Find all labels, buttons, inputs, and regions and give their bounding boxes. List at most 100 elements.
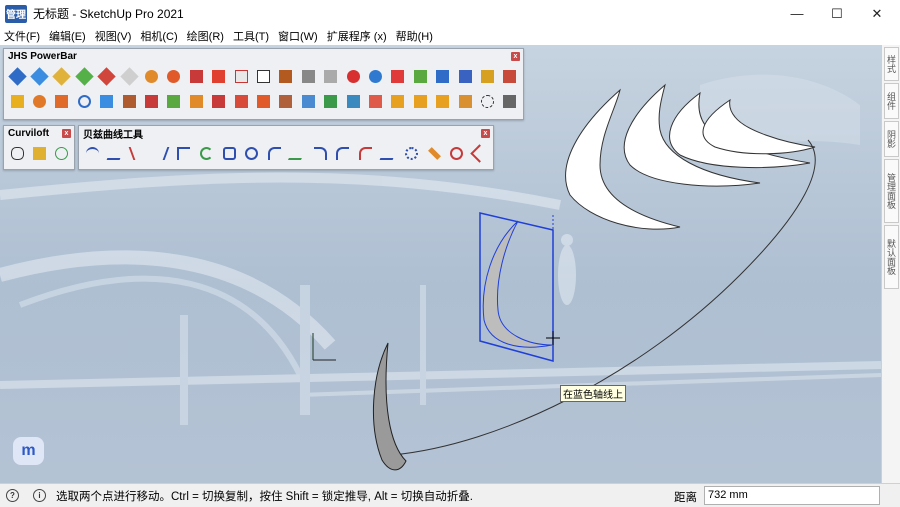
jhs-tool-button[interactable]	[96, 65, 118, 88]
bezier-tool-button[interactable]	[400, 142, 423, 165]
jhs-tool-button[interactable]	[297, 90, 319, 113]
menu-draw[interactable]: 绘图(R)	[187, 28, 224, 44]
tab-components[interactable]: 组件	[884, 83, 899, 119]
jhs-tool-button[interactable]	[163, 90, 185, 113]
curviloft-path-icon[interactable]	[50, 142, 72, 165]
location-icon[interactable]: ?	[6, 489, 19, 502]
curviloft-toolbar-close-icon[interactable]: x	[62, 129, 71, 138]
bezier-tool-button[interactable]	[81, 142, 104, 165]
inference-tooltip: 在蓝色轴线上	[560, 385, 626, 402]
jhs-tool-button[interactable]	[140, 90, 162, 113]
jhs-tool-button[interactable]	[140, 65, 162, 88]
jhs-tool-button[interactable]	[73, 90, 95, 113]
curviloft-toolbar-title: Curviloft	[8, 128, 50, 139]
bezier-tool-button[interactable]	[218, 142, 241, 165]
floating-m-badge[interactable]: m	[13, 437, 44, 465]
bezier-tool-button[interactable]	[446, 142, 469, 165]
jhs-tool-button[interactable]	[118, 65, 140, 88]
measurements-input[interactable]: 732 mm	[704, 486, 880, 505]
bezier-tool-button[interactable]	[377, 142, 400, 165]
bezier-tool-button[interactable]	[127, 142, 150, 165]
bezier-toolbar-close-icon[interactable]: x	[481, 129, 490, 138]
info-icon[interactable]: i	[33, 489, 46, 502]
bezier-tool-button[interactable]	[195, 142, 218, 165]
menu-tools[interactable]: 工具(T)	[233, 28, 269, 44]
jhs-tool-button[interactable]	[230, 90, 252, 113]
jhs-tool-button[interactable]	[476, 90, 498, 113]
menu-help[interactable]: 帮助(H)	[396, 28, 433, 44]
jhs-tool-button[interactable]	[499, 90, 521, 113]
close-button[interactable]: ✕	[854, 0, 900, 27]
jhs-tool-button[interactable]	[28, 65, 50, 88]
jhs-tool-button[interactable]	[163, 65, 185, 88]
bezier-tool-button[interactable]	[149, 142, 172, 165]
modeling-viewport[interactable]: JHS PowerBar x Curviloft x 贝兹曲线工具 x 在蓝色轴…	[0, 45, 881, 483]
bezier-tool-button[interactable]	[468, 142, 491, 165]
jhs-tool-button[interactable]	[409, 65, 431, 88]
menu-view[interactable]: 视图(V)	[95, 28, 132, 44]
jhs-tool-button[interactable]	[118, 90, 140, 113]
jhs-tool-button[interactable]	[387, 65, 409, 88]
jhs-tool-button[interactable]	[319, 90, 341, 113]
jhs-tool-button[interactable]	[454, 65, 476, 88]
status-hint: 选取两个点进行移动。Ctrl = 切换复制，按住 Shift = 锁定推导, A…	[56, 490, 473, 503]
jhs-tool-button[interactable]	[297, 65, 319, 88]
jhs-tool-button[interactable]	[51, 90, 73, 113]
jhs-tool-button[interactable]	[364, 65, 386, 88]
menu-file[interactable]: 文件(F)	[4, 28, 40, 44]
bezier-tool-button[interactable]	[286, 142, 309, 165]
menu-extensions[interactable]: 扩展程序 (x)	[327, 28, 387, 44]
bezier-tool-button[interactable]	[332, 142, 355, 165]
bezier-tool-button[interactable]	[104, 142, 127, 165]
jhs-tool-button[interactable]	[364, 90, 386, 113]
tab-default-panel[interactable]: 默认面板	[884, 225, 899, 289]
bezier-curve-toolbar: 贝兹曲线工具 x	[78, 125, 494, 170]
jhs-tool-button[interactable]	[208, 65, 230, 88]
jhs-tool-button[interactable]	[6, 90, 28, 113]
jhs-tool-button[interactable]	[185, 65, 207, 88]
bezier-tool-button[interactable]	[309, 142, 332, 165]
jhs-tool-button[interactable]	[342, 65, 364, 88]
jhs-tool-button[interactable]	[230, 65, 252, 88]
jhs-tool-button[interactable]	[275, 90, 297, 113]
jhs-tool-button[interactable]	[319, 65, 341, 88]
menu-window[interactable]: 窗口(W)	[278, 28, 318, 44]
bezier-tool-button[interactable]	[263, 142, 286, 165]
bezier-tool-button[interactable]	[354, 142, 377, 165]
selected-profile[interactable]	[479, 212, 554, 362]
jhs-tool-button[interactable]	[51, 65, 73, 88]
jhs-tool-button[interactable]	[499, 65, 521, 88]
sketchup-app-icon[interactable]: 管理	[5, 4, 27, 23]
jhs-tool-button[interactable]	[252, 65, 274, 88]
jhs-toolbar-title: JHS PowerBar	[8, 51, 77, 62]
jhs-tool-button[interactable]	[342, 90, 364, 113]
jhs-tool-button[interactable]	[28, 90, 50, 113]
jhs-tool-button[interactable]	[431, 90, 453, 113]
jhs-tool-button[interactable]	[275, 65, 297, 88]
jhs-tool-button[interactable]	[73, 65, 95, 88]
bezier-tool-button[interactable]	[172, 142, 195, 165]
tab-shadows[interactable]: 阴影	[884, 121, 899, 157]
menu-camera[interactable]: 相机(C)	[140, 28, 177, 44]
jhs-tool-button[interactable]	[409, 90, 431, 113]
jhs-tool-button[interactable]	[387, 90, 409, 113]
jhs-tool-button[interactable]	[252, 90, 274, 113]
jhs-tool-button[interactable]	[6, 65, 28, 88]
jhs-toolbar-row-2	[4, 89, 523, 114]
jhs-tool-button[interactable]	[454, 90, 476, 113]
jhs-toolbar-close-icon[interactable]: x	[511, 52, 520, 61]
jhs-tool-button[interactable]	[185, 90, 207, 113]
menu-edit[interactable]: 编辑(E)	[49, 28, 86, 44]
tab-manage-panel[interactable]: 管理面板	[884, 159, 899, 223]
tab-styles[interactable]: 样式	[884, 47, 899, 81]
jhs-tool-button[interactable]	[208, 90, 230, 113]
move-cursor	[546, 331, 560, 345]
jhs-tool-button[interactable]	[476, 65, 498, 88]
bezier-tool-button[interactable]	[423, 142, 446, 165]
curviloft-loft-icon[interactable]	[6, 142, 28, 165]
jhs-tool-button[interactable]	[96, 90, 118, 113]
curviloft-skin-icon[interactable]	[28, 142, 50, 165]
measurements-label: 距离	[674, 492, 697, 504]
bezier-tool-button[interactable]	[240, 142, 263, 165]
jhs-tool-button[interactable]	[431, 65, 453, 88]
